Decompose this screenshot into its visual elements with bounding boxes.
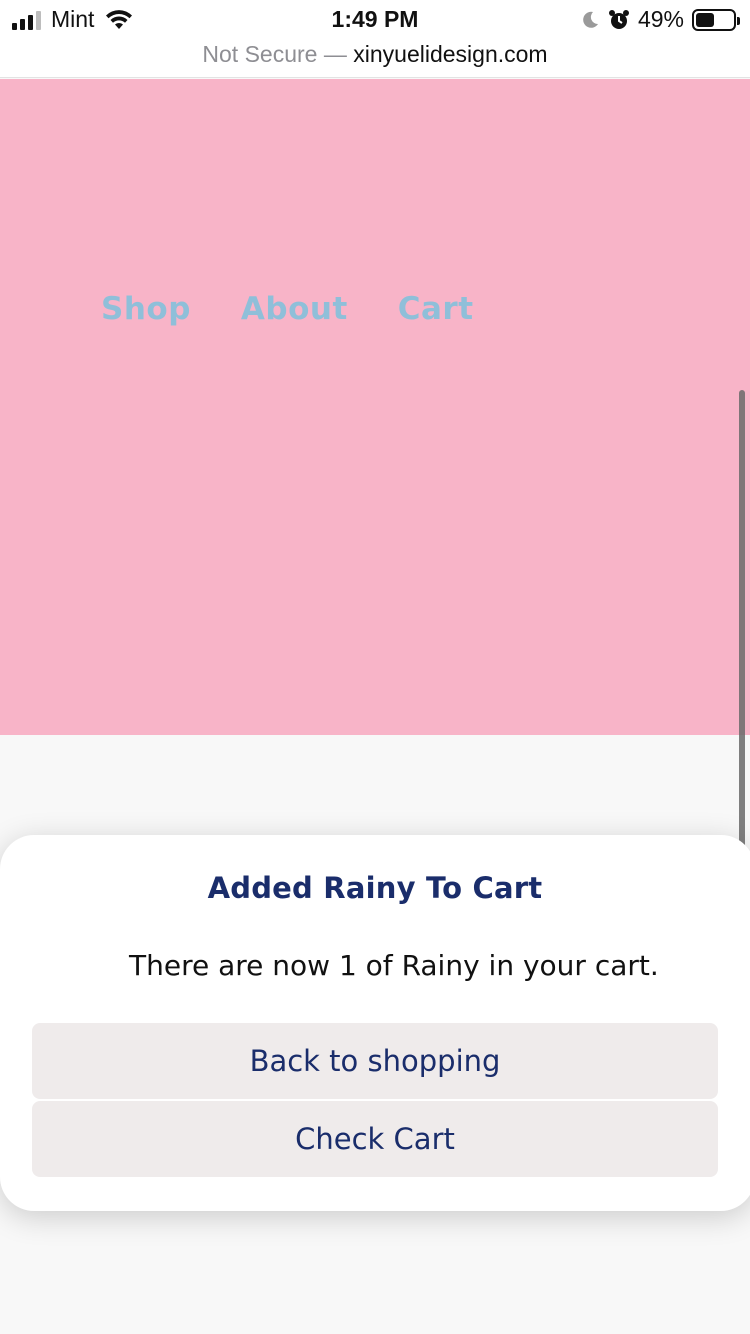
hero-banner: Shop About Cart	[0, 79, 750, 735]
nav-cart-link[interactable]: Cart	[398, 291, 474, 327]
modal-title: Added Rainy To Cart	[207, 871, 543, 905]
url-bar[interactable]: Not Secure — xinyuelidesign.com	[0, 40, 750, 78]
modal-message: There are now 1 of Rainy in your cart.	[129, 949, 659, 982]
alarm-icon	[608, 9, 629, 29]
nav-about-link[interactable]: About	[241, 291, 348, 327]
status-bar: Mint 1:49 PM 49%	[0, 0, 750, 40]
check-cart-button[interactable]: Check Cart	[32, 1101, 718, 1177]
nav-shop-link[interactable]: Shop	[101, 291, 191, 327]
security-label: Not Secure —	[202, 41, 347, 67]
main-nav: Shop About Cart	[101, 291, 474, 327]
url-domain: xinyuelidesign.com	[353, 41, 548, 67]
phone-screen: Mint 1:49 PM 49% Not Secure — xinyuelide…	[0, 0, 750, 1334]
battery-percent: 49%	[637, 6, 684, 32]
status-right: 49%	[580, 6, 740, 33]
battery-icon	[692, 8, 740, 31]
back-to-shopping-button[interactable]: Back to shopping	[32, 1023, 718, 1099]
added-to-cart-modal: Added Rainy To Cart There are now 1 of R…	[0, 835, 750, 1211]
battery-fill	[696, 12, 714, 27]
moon-icon	[583, 11, 598, 28]
